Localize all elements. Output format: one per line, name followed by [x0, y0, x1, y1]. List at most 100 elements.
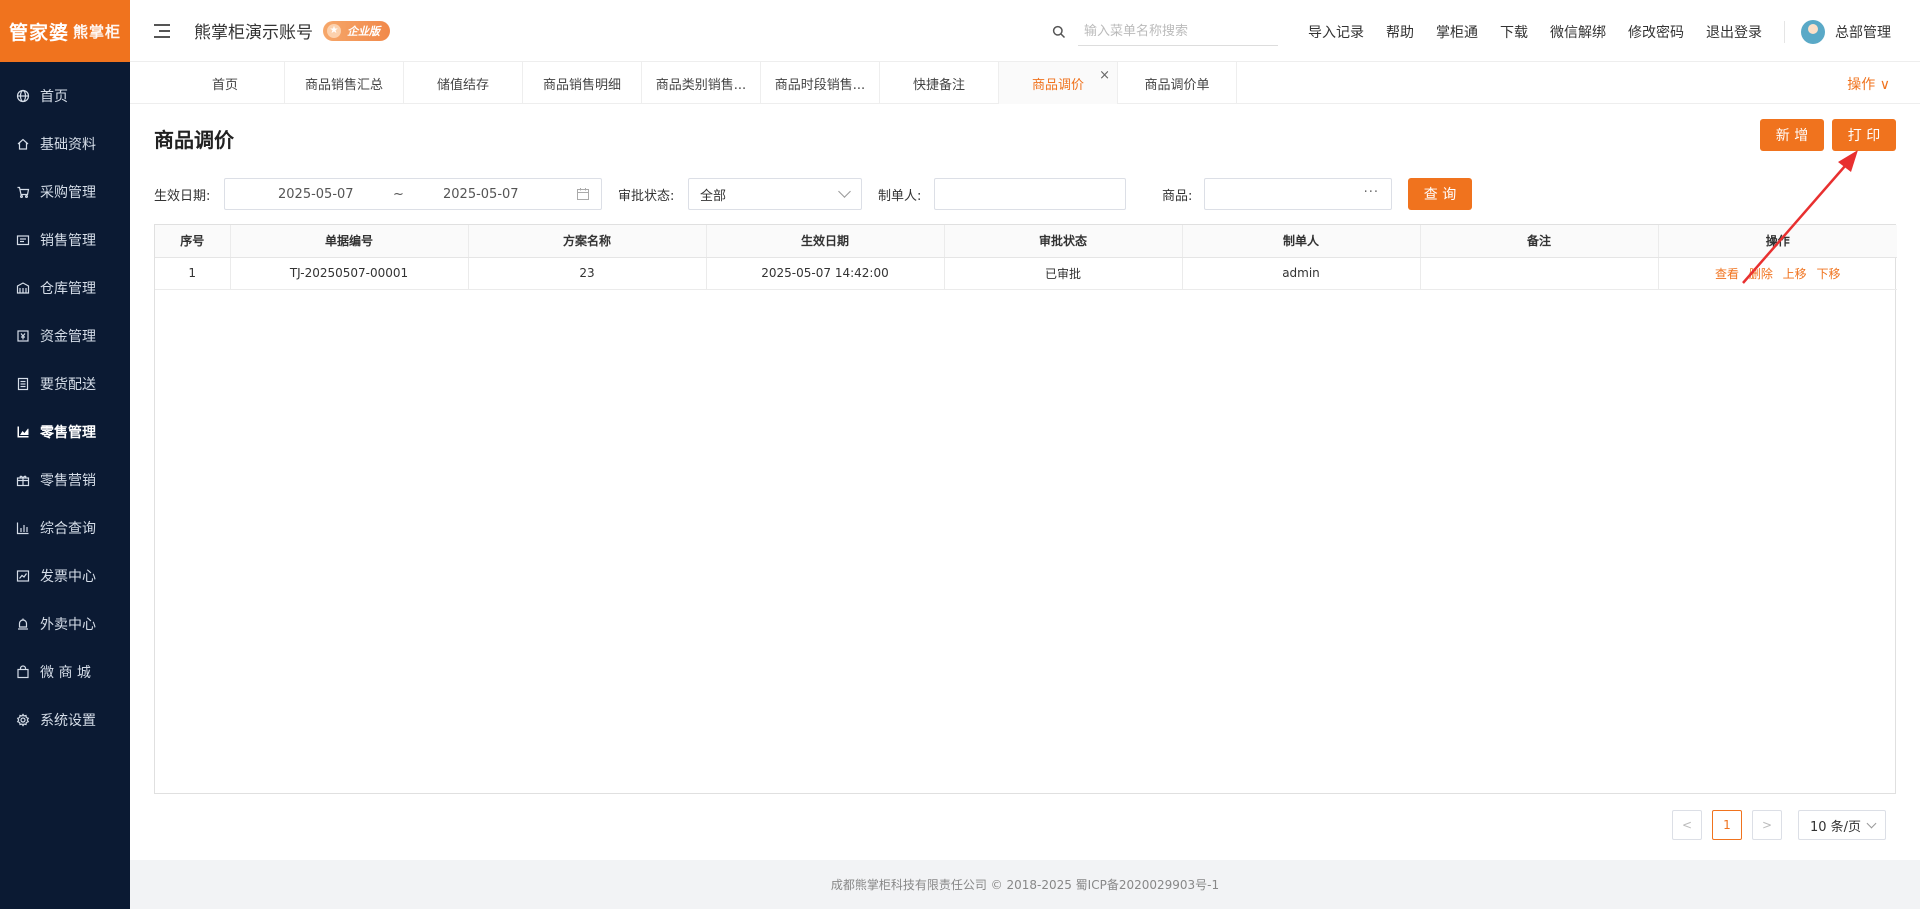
sidebar-item-label: 外卖中心 — [40, 617, 96, 633]
tab-operations-dropdown[interactable]: 操作 ∨ — [1847, 74, 1890, 94]
new-button[interactable]: 新 增 — [1760, 119, 1824, 151]
close-icon[interactable]: × — [1099, 68, 1110, 83]
sidebar-item-label: 系统设置 — [40, 713, 96, 729]
account-name: 熊掌柜演示账号 — [194, 23, 313, 43]
sidebar-item-distribution[interactable]: 要货配送 — [0, 360, 130, 408]
sidebar-item-retail[interactable]: 零售管理 — [0, 408, 130, 456]
sidebar-item-settings[interactable]: 系统设置 — [0, 696, 130, 744]
bar-chart-icon — [16, 521, 30, 535]
menu-search — [1052, 18, 1278, 46]
tab-price-adjustment-order[interactable]: 商品调价单 — [1118, 62, 1237, 104]
tab-category-sales[interactable]: 商品类别销售... — [642, 62, 761, 104]
star-icon: ★ — [327, 23, 341, 38]
status-label: 审批状态: — [618, 189, 675, 204]
footer: 成都熊掌柜科技有限责任公司 © 2018-2025 蜀ICP备202002990… — [130, 860, 1920, 909]
col-header: 制单人 — [1182, 225, 1421, 258]
move-down-link[interactable]: 下移 — [1817, 267, 1841, 281]
tab-home[interactable]: 首页 — [166, 62, 285, 104]
page-size-select[interactable]: 10 条/页 — [1798, 810, 1886, 840]
page-size-value: 10 条/页 — [1810, 819, 1862, 835]
avatar — [1801, 20, 1825, 44]
sidebar-item-purchase[interactable]: 采购管理 — [0, 168, 130, 216]
sidebar-item-label: 要货配送 — [40, 377, 96, 393]
data-table: 序号 单据编号 方案名称 生效日期 审批状态 制单人 备注 操作 1 TJ-20… — [155, 225, 1897, 290]
sidebar-item-takeaway[interactable]: 外卖中心 — [0, 600, 130, 648]
user-menu[interactable]: 总部管理 — [1801, 20, 1891, 44]
money-icon — [16, 329, 30, 343]
more-icon[interactable]: ··· — [1364, 185, 1379, 200]
sidebar-item-mall[interactable]: 微 商 城 — [0, 648, 130, 696]
print-button[interactable]: 打 印 — [1832, 119, 1896, 151]
sidebar-item-label: 采购管理 — [40, 185, 96, 201]
tab-product-sales-detail[interactable]: 商品销售明细 — [523, 62, 642, 104]
sidebar-item-label: 微 商 城 — [40, 665, 91, 681]
move-up-link[interactable]: 上移 — [1783, 267, 1807, 281]
sidebar-item-home[interactable]: 首页 — [0, 72, 130, 120]
tab-label: 商品类别销售... — [655, 77, 747, 93]
sidebar-item-retail-marketing[interactable]: 零售营销 — [0, 456, 130, 504]
chart-icon — [16, 425, 30, 439]
tab-price-adjustment[interactable]: 商品调价 × — [999, 62, 1118, 104]
chevron-down-icon — [1866, 818, 1877, 829]
bag-icon — [16, 665, 30, 679]
sidebar-item-label: 基础资料 — [40, 137, 96, 153]
logo: 管家婆 熊掌柜 — [0, 0, 130, 62]
sidebar-item-invoice[interactable]: 发票中心 — [0, 552, 130, 600]
sidebar-item-label: 首页 — [40, 89, 68, 105]
cell-status: 已审批 — [944, 257, 1183, 290]
status-select[interactable]: 全部 — [688, 178, 862, 210]
footer-copyright: 成都熊掌柜科技有限责任公司 © 2018-2025 蜀ICP备202002990… — [830, 878, 1220, 892]
tab-product-sales-summary[interactable]: 商品销售汇总 — [285, 62, 404, 104]
sidebar-item-funds[interactable]: 资金管理 — [0, 312, 130, 360]
tab-label: 商品销售汇总 — [304, 77, 383, 93]
page-number-button[interactable]: 1 — [1712, 810, 1742, 840]
sidebar-item-query[interactable]: 综合查询 — [0, 504, 130, 552]
sidebar-item-basic-data[interactable]: 基础资料 — [0, 120, 130, 168]
link-logout[interactable]: 退出登录 — [1706, 22, 1762, 42]
link-zhanggui-tong[interactable]: 掌柜通 — [1436, 22, 1478, 42]
chevron-down-icon — [838, 185, 851, 198]
bell-icon — [16, 617, 30, 631]
link-wechat-unbind[interactable]: 微信解绑 — [1550, 22, 1606, 42]
calendar-icon — [577, 188, 589, 200]
gift-icon — [16, 473, 30, 487]
cart-icon — [16, 185, 30, 199]
date-end[interactable]: 2025-05-07 — [443, 187, 519, 202]
query-button[interactable]: 查 询 — [1408, 178, 1472, 210]
creator-input[interactable] — [934, 178, 1126, 210]
view-link[interactable]: 查看 — [1715, 267, 1739, 281]
header-links: 导入记录 帮助 掌柜通 下载 微信解绑 修改密码 退出登录 总部管理 — [1308, 20, 1891, 44]
sidebar-item-warehouse[interactable]: 仓库管理 — [0, 264, 130, 312]
menu-toggle-icon[interactable] — [154, 23, 170, 38]
filter-bar: 生效日期: 2025-05-07 ~ 2025-05-07 审批状态: 全部 制… — [154, 178, 1472, 210]
link-download[interactable]: 下载 — [1500, 22, 1528, 42]
tab-quick-notes[interactable]: 快捷备注 — [880, 62, 999, 104]
col-header: 审批状态 — [944, 225, 1183, 258]
page-title: 商品调价 — [154, 128, 234, 152]
table-row[interactable]: 1 TJ-20250507-00001 23 2025-05-07 14:42:… — [155, 257, 1897, 290]
delete-link[interactable]: 删除 — [1749, 267, 1773, 281]
link-import-records[interactable]: 导入记录 — [1308, 22, 1364, 42]
tab-spacer — [130, 62, 166, 103]
home-icon — [16, 137, 30, 151]
product-input[interactable]: ··· — [1204, 178, 1392, 210]
cell-doc-no: TJ-20250507-00001 — [230, 257, 469, 290]
link-help[interactable]: 帮助 — [1386, 22, 1414, 42]
sidebar-item-label: 综合查询 — [40, 521, 96, 537]
page-tabs: 首页 商品销售汇总 储值结存 商品销售明细 商品类别销售... 商品时段销售..… — [130, 62, 1920, 104]
col-header: 操作 — [1658, 225, 1897, 258]
tab-label: 快捷备注 — [912, 77, 965, 93]
next-page-button[interactable]: > — [1752, 810, 1782, 840]
search-icon[interactable] — [1052, 25, 1066, 39]
user-name: 总部管理 — [1835, 25, 1891, 41]
date-range-picker[interactable]: 2025-05-07 ~ 2025-05-07 — [224, 178, 602, 210]
sidebar-item-sales[interactable]: 销售管理 — [0, 216, 130, 264]
tab-period-sales[interactable]: 商品时段销售... — [761, 62, 880, 104]
link-change-password[interactable]: 修改密码 — [1628, 22, 1684, 42]
date-start[interactable]: 2025-05-07 — [278, 187, 354, 202]
menu-search-input[interactable] — [1078, 18, 1278, 46]
prev-page-button[interactable]: < — [1672, 810, 1702, 840]
sidebar-nav: 首页 基础资料 采购管理 销售管理 仓库管理 资金管理 要货配送 零售管理 零售… — [0, 62, 130, 744]
edition-badge: ★ 企业版 — [323, 20, 390, 41]
tab-stored-value-balance[interactable]: 储值结存 — [404, 62, 523, 104]
